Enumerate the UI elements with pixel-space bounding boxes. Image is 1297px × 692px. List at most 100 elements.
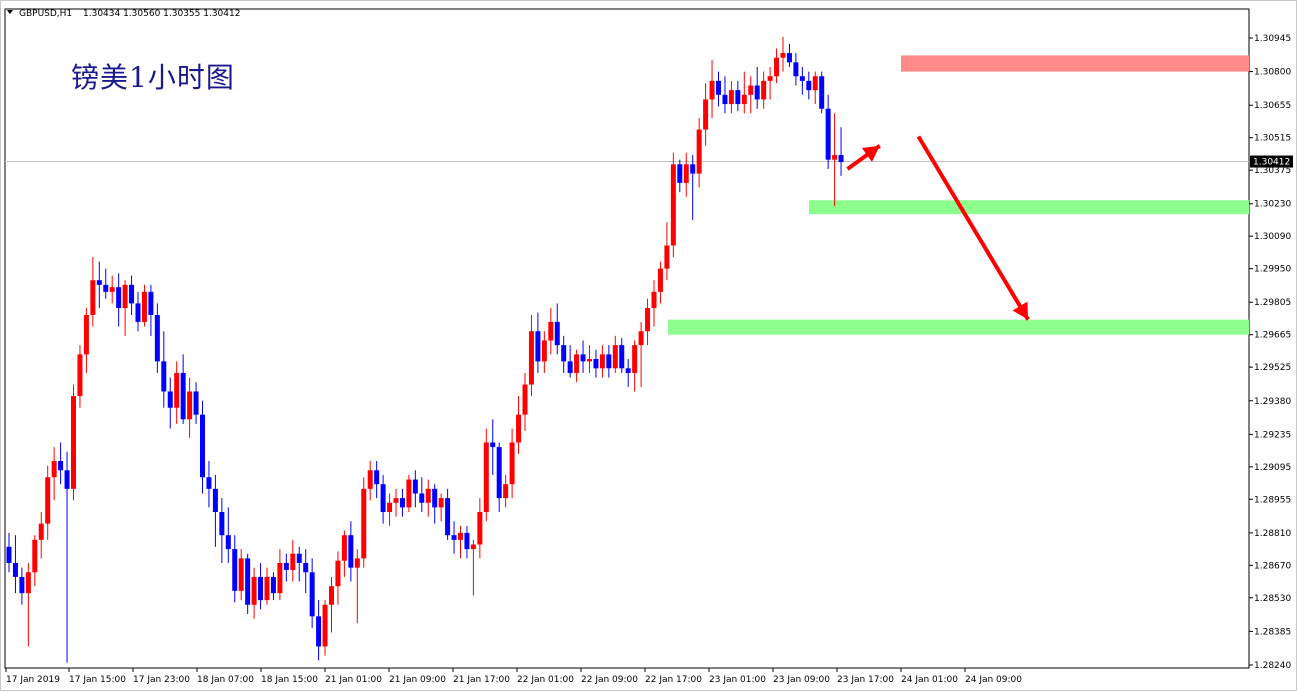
- bull-candle: [587, 359, 592, 362]
- resistance-zone-0: [901, 55, 1249, 72]
- bull-candle: [761, 80, 767, 100]
- bull-candle: [322, 604, 328, 647]
- bull-candle: [696, 129, 702, 174]
- bear-candle: [735, 90, 741, 105]
- x-tick-label: 22 Jan 17:00: [645, 675, 702, 685]
- bull-candle: [341, 535, 347, 561]
- chart-window[interactable]: 1.28240 1.28385 1.28530 1.28670 1.28810 1.289…: [0, 0, 1297, 691]
- current-price-label: 1.30412: [1253, 158, 1290, 168]
- bear-candle: [283, 563, 289, 570]
- y-tick-label: 1.29805: [1254, 298, 1291, 308]
- bear-candle: [412, 479, 418, 494]
- bull-candle: [277, 563, 283, 594]
- y-tick-label: 1.28530: [1254, 594, 1291, 604]
- bull-candle: [290, 553, 296, 570]
- bull-candle: [32, 539, 38, 573]
- bull-candle: [670, 164, 676, 246]
- x-tick-label: 21 Jan 09:00: [389, 675, 446, 685]
- y-tick-label: 1.28955: [1254, 495, 1291, 505]
- bear-candle: [309, 572, 315, 617]
- x-tick-label: 18 Jan 15:00: [261, 675, 318, 685]
- x-tick-label: 22 Jan 09:00: [581, 675, 638, 685]
- y-tick-label: 1.28810: [1254, 529, 1291, 539]
- bull-candle: [645, 308, 651, 332]
- bear-candle: [245, 558, 251, 605]
- y-tick-label: 1.30230: [1254, 200, 1291, 210]
- bear-candle: [786, 53, 792, 63]
- bear-candle: [464, 532, 470, 550]
- bear-candle: [554, 321, 560, 346]
- bear-candle: [19, 576, 25, 594]
- bull-candle: [38, 523, 44, 540]
- bear-candle: [161, 361, 167, 392]
- bull-candle: [361, 488, 367, 559]
- bull-candle: [767, 76, 773, 81]
- bull-candle: [812, 76, 818, 91]
- bear-candle: [206, 477, 212, 489]
- x-tick-label: 22 Jan 01:00: [517, 675, 574, 685]
- bull-candle: [109, 287, 115, 292]
- bear-candle: [716, 80, 721, 95]
- bull-candle: [187, 391, 193, 420]
- bear-candle: [270, 576, 276, 594]
- bull-candle: [509, 442, 515, 485]
- x-tick-label: 21 Jan 17:00: [453, 675, 510, 685]
- bull-candle: [264, 576, 270, 601]
- symbol-label: GBPUSD,H1: [19, 9, 72, 19]
- bear-candle: [129, 284, 135, 304]
- bull-candle: [832, 155, 838, 160]
- bear-candle: [606, 354, 612, 369]
- y-tick-label: 1.30375: [1254, 166, 1291, 176]
- bear-candle: [806, 80, 812, 91]
- bear-candle: [432, 488, 438, 508]
- bear-candle: [103, 284, 109, 292]
- bull-candle: [77, 354, 83, 397]
- y-tick-label: 1.29235: [1254, 430, 1291, 440]
- bear-candle: [180, 372, 186, 420]
- x-tick-label: 23 Jan 17:00: [837, 675, 894, 685]
- bull-candle: [657, 268, 663, 292]
- y-tick-label: 1.30515: [1254, 134, 1291, 144]
- bear-candle: [258, 576, 264, 601]
- bear-candle: [722, 94, 728, 105]
- bear-candle: [58, 461, 64, 471]
- bear-candle: [625, 368, 631, 373]
- bear-candle: [451, 535, 457, 540]
- bear-candle: [64, 470, 70, 489]
- bear-candle: [232, 549, 238, 591]
- bull-candle: [470, 544, 476, 550]
- bear-candle: [6, 546, 12, 564]
- bull-candle: [574, 354, 580, 373]
- x-tick-label: 17 Jan 2019: [6, 675, 60, 685]
- chart-canvas[interactable]: 1.28240 1.28385 1.28530 1.28670 1.28810 1.289…: [1, 1, 1297, 692]
- bull-candle: [522, 384, 528, 415]
- dropdown-triangle-icon[interactable]: [7, 10, 13, 14]
- bull-candle: [458, 532, 463, 540]
- bear-candle: [148, 291, 154, 315]
- y-tick-label: 1.29525: [1254, 363, 1291, 373]
- bear-candle: [200, 414, 205, 478]
- bear-candle: [567, 361, 573, 373]
- bear-candle: [348, 535, 354, 568]
- grid-layer: [4, 8, 1250, 669]
- y-tick-label: 1.29380: [1254, 397, 1291, 407]
- bull-candle: [122, 284, 128, 309]
- bull-candle: [477, 512, 483, 545]
- bear-candle: [219, 512, 225, 536]
- bull-candle: [548, 321, 554, 341]
- bull-candle: [141, 291, 147, 322]
- bull-candle: [780, 53, 786, 58]
- bull-candle: [612, 345, 618, 369]
- x-tick-label: 21 Jan 01:00: [325, 675, 382, 685]
- bear-candle: [116, 287, 122, 309]
- bear-candle: [754, 85, 760, 100]
- bull-candle: [329, 586, 334, 605]
- bull-candle: [406, 479, 412, 508]
- bull-candle: [541, 340, 547, 362]
- bear-candle: [193, 391, 199, 415]
- bear-candle: [838, 155, 844, 163]
- y-tick-label: 1.30655: [1254, 101, 1291, 111]
- bull-candle: [664, 245, 670, 269]
- y-tick-label: 1.29665: [1254, 331, 1291, 341]
- bear-candle: [677, 164, 683, 183]
